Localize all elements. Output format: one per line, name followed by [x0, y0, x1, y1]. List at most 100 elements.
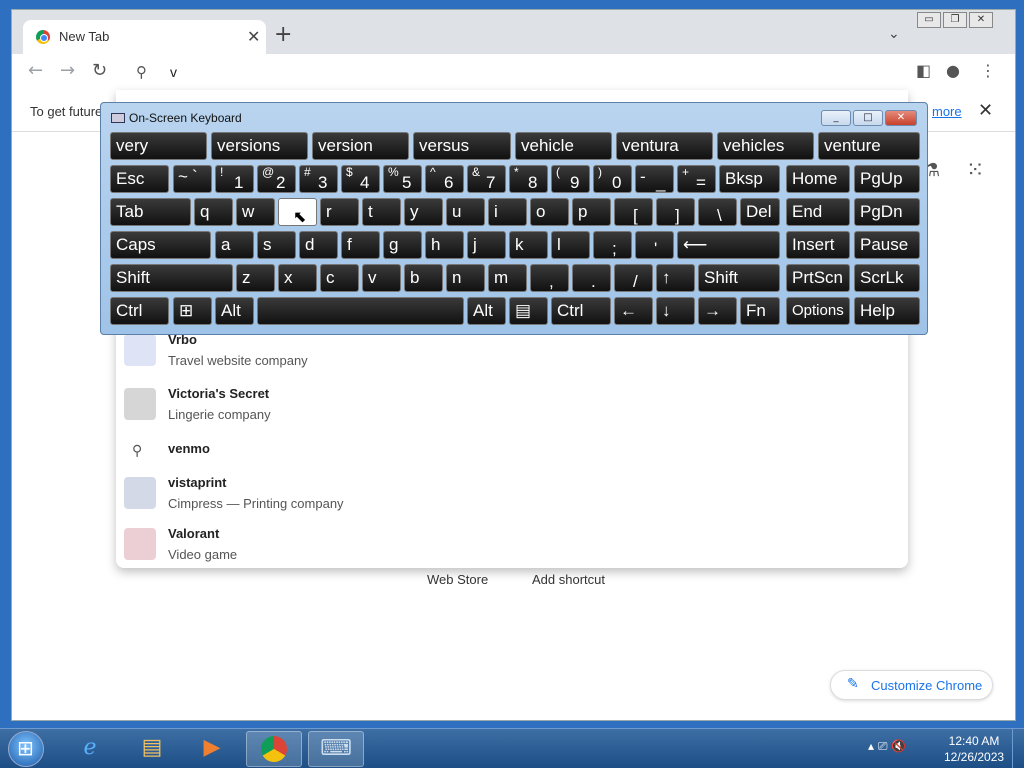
infobar-learn-more-link[interactable]: more: [932, 104, 962, 119]
key-d[interactable]: d: [299, 231, 338, 259]
key-o[interactable]: o: [530, 198, 569, 226]
key-pgup[interactable]: PgUp: [854, 165, 920, 193]
key-options[interactable]: Options: [786, 297, 850, 325]
key-left-arrow[interactable]: ←: [614, 297, 653, 325]
key-l[interactable]: l: [551, 231, 590, 259]
key-s[interactable]: s: [257, 231, 296, 259]
prediction-key[interactable]: very: [110, 132, 207, 160]
file-explorer-icon[interactable]: ▤: [124, 731, 180, 767]
start-button[interactable]: [8, 731, 44, 767]
customize-chrome-button[interactable]: ✎ Customize Chrome: [830, 670, 993, 700]
prediction-key[interactable]: versions: [211, 132, 308, 160]
key-q[interactable]: q: [194, 198, 233, 226]
key-enter[interactable]: ⟵: [677, 231, 780, 259]
infobar-close-icon[interactable]: ✕: [978, 100, 993, 121]
reload-icon[interactable]: ↻: [92, 60, 107, 81]
menu-kebab-icon[interactable]: ⋮: [980, 61, 996, 80]
osk-maximize-button[interactable]: □: [853, 110, 883, 126]
key-c[interactable]: c: [320, 264, 359, 292]
key-left-shift[interactable]: Shift: [110, 264, 233, 292]
key-pause[interactable]: Pause: [854, 231, 920, 259]
prediction-key[interactable]: vehicle: [515, 132, 612, 160]
chrome-taskbar-icon[interactable]: [246, 731, 302, 767]
key-1[interactable]: ! 1: [215, 165, 254, 193]
key-right-ctrl[interactable]: Ctrl: [551, 297, 611, 325]
key-menu[interactable]: ▤: [509, 297, 548, 325]
key-7[interactable]: & 7: [467, 165, 506, 193]
key-open-bracket[interactable]: [: [614, 198, 653, 226]
key-equals[interactable]: + =: [677, 165, 716, 193]
key-v[interactable]: v: [362, 264, 401, 292]
key-comma[interactable]: ,: [530, 264, 569, 292]
key-9[interactable]: (9: [551, 165, 590, 193]
tab-close-icon[interactable]: ✕: [247, 27, 260, 46]
key-pgdn[interactable]: PgDn: [854, 198, 920, 226]
key-windows[interactable]: ⊞: [173, 297, 212, 325]
key-backspace[interactable]: Bksp: [719, 165, 780, 193]
prediction-key[interactable]: venture: [818, 132, 920, 160]
key-x[interactable]: x: [278, 264, 317, 292]
key-g[interactable]: g: [383, 231, 422, 259]
maximize-button[interactable]: ❐: [943, 12, 967, 28]
key-period[interactable]: .: [572, 264, 611, 292]
key-up-arrow[interactable]: ↑: [656, 264, 695, 292]
key-help[interactable]: Help: [854, 297, 920, 325]
key-right-shift[interactable]: Shift: [698, 264, 780, 292]
key-backtick[interactable]: ~ `: [173, 165, 212, 193]
key-n[interactable]: n: [446, 264, 485, 292]
key-left-ctrl[interactable]: Ctrl: [110, 297, 169, 325]
key-del[interactable]: Del: [740, 198, 780, 226]
key-caps[interactable]: Caps: [110, 231, 211, 259]
key-k[interactable]: k: [509, 231, 548, 259]
key-tab[interactable]: Tab: [110, 198, 191, 226]
key-j[interactable]: j: [467, 231, 506, 259]
key-u[interactable]: u: [446, 198, 485, 226]
key-space[interactable]: [257, 297, 464, 325]
key-right-arrow[interactable]: →: [698, 297, 737, 325]
key-down-arrow[interactable]: ↓: [656, 297, 695, 325]
suggestion-item[interactable]: Vrbo Travel website company: [116, 332, 908, 382]
apps-grid-icon[interactable]: ⁙: [966, 158, 984, 183]
prediction-key[interactable]: vehicles: [717, 132, 814, 160]
new-tab-button[interactable]: +: [274, 24, 292, 46]
tray-icons[interactable]: ▴ ⎚ 🔇: [868, 739, 906, 754]
suggestion-item[interactable]: Valorant Video game: [116, 526, 908, 576]
key-w[interactable]: w: [236, 198, 275, 226]
key-m[interactable]: m: [488, 264, 527, 292]
media-player-icon[interactable]: ▶: [184, 731, 240, 767]
key-esc[interactable]: Esc: [110, 165, 169, 193]
tab-new-tab[interactable]: New Tab ✕: [23, 20, 266, 54]
key-8[interactable]: * 8: [509, 165, 548, 193]
key-3[interactable]: #3: [299, 165, 338, 193]
key-right-alt[interactable]: Alt: [467, 297, 506, 325]
prediction-key[interactable]: version: [312, 132, 409, 160]
key-b[interactable]: b: [404, 264, 443, 292]
key-slash[interactable]: /: [614, 264, 653, 292]
key-end[interactable]: End: [786, 198, 850, 226]
key-a[interactable]: a: [215, 231, 254, 259]
key-insert[interactable]: Insert: [786, 231, 850, 259]
internet-explorer-icon[interactable]: ℯ: [62, 731, 118, 767]
key-6[interactable]: ^ 6: [425, 165, 464, 193]
key-4[interactable]: $4: [341, 165, 380, 193]
key-backslash[interactable]: \: [698, 198, 737, 226]
suggestion-item[interactable]: vistaprint Cimpress — Printing company: [116, 475, 908, 525]
prediction-key[interactable]: ventura: [616, 132, 713, 160]
osk-close-button[interactable]: ✕: [885, 110, 917, 126]
key-f[interactable]: f: [341, 231, 380, 259]
key-left-alt[interactable]: Alt: [215, 297, 254, 325]
key-scrlk[interactable]: ScrLk: [854, 264, 920, 292]
key-t[interactable]: t: [362, 198, 401, 226]
key-fn[interactable]: Fn: [740, 297, 780, 325]
key-5[interactable]: % 5: [383, 165, 422, 193]
suggestion-item[interactable]: Victoria's Secret Lingerie company: [116, 386, 908, 436]
side-panel-icon[interactable]: ◧: [916, 61, 931, 80]
key-semicolon[interactable]: ;: [593, 231, 632, 259]
on-screen-keyboard-taskbar-icon[interactable]: ⌨: [308, 731, 364, 767]
omnibox-input[interactable]: v: [170, 64, 177, 80]
clock[interactable]: 12:40 AM 12/26/2023: [944, 733, 1004, 765]
key-minus[interactable]: - _: [635, 165, 674, 193]
key-h[interactable]: h: [425, 231, 464, 259]
prediction-key[interactable]: versus: [413, 132, 511, 160]
key-e[interactable]: ⬉: [278, 198, 317, 226]
